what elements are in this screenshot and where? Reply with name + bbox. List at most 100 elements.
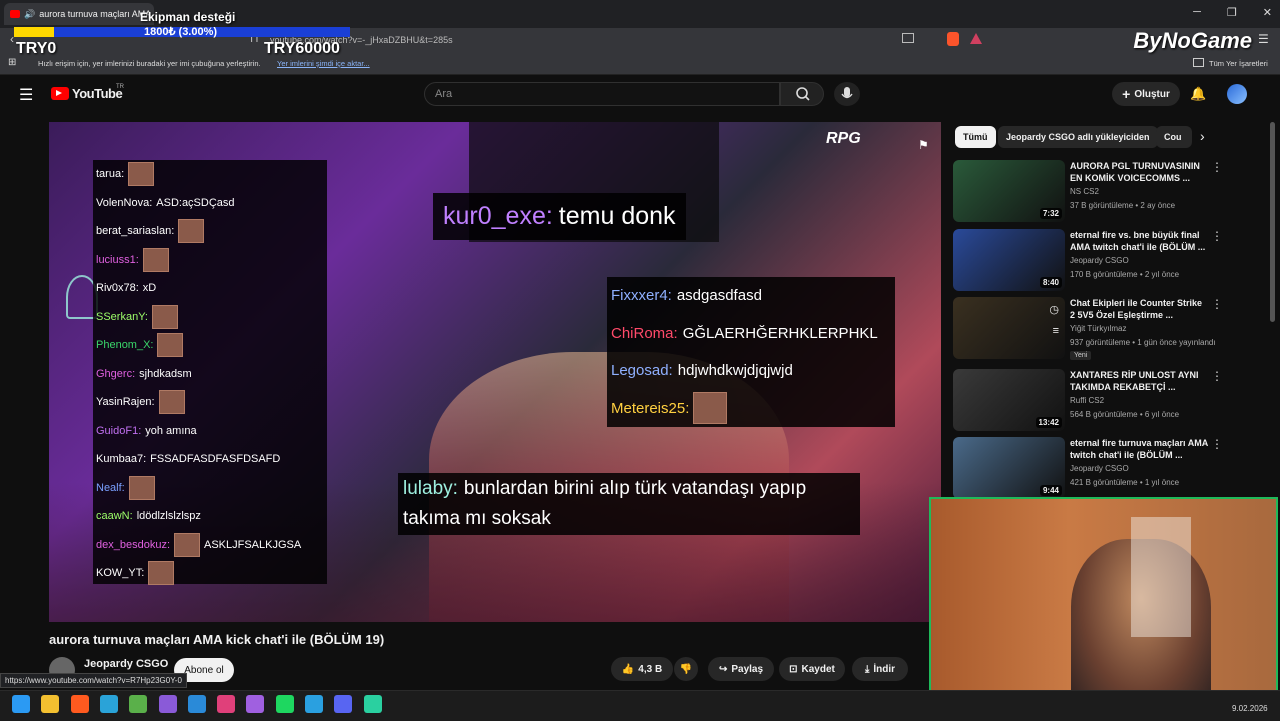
chat-username: Nealf: bbox=[96, 481, 125, 494]
recommendation-channel[interactable]: NS CS2 bbox=[1070, 187, 1099, 196]
discord-icon[interactable] bbox=[334, 695, 353, 713]
more-options-icon[interactable]: ⋮ bbox=[1211, 229, 1223, 243]
window-controls: ─ ❐ ✕ bbox=[1193, 6, 1272, 19]
webcam-overlay bbox=[929, 497, 1278, 700]
feather-icon[interactable] bbox=[246, 695, 265, 713]
chip-all[interactable]: Tümü bbox=[955, 126, 996, 148]
chat-username: dex_besdokuz: bbox=[96, 538, 170, 551]
telegram-icon[interactable] bbox=[305, 695, 323, 713]
recommendation-channel[interactable]: Ruffi CS2 bbox=[1070, 396, 1104, 405]
file-explorer-icon[interactable] bbox=[41, 695, 60, 713]
brave-icon[interactable] bbox=[70, 695, 89, 713]
recommendation-card[interactable]: 8:40 eternal fire vs. bne büyük final AMA… bbox=[953, 229, 1253, 293]
instagram-icon[interactable] bbox=[217, 695, 236, 713]
video-thumbnail[interactable]: 13:42 bbox=[953, 369, 1065, 431]
photos-icon[interactable] bbox=[129, 695, 148, 713]
chat-message: ASD:açSDÇasd bbox=[156, 196, 235, 209]
recommendation-channel[interactable]: Jeopardy CSGO bbox=[1070, 464, 1129, 473]
chevron-right-icon[interactable]: › bbox=[1200, 128, 1205, 144]
more-options-icon[interactable]: ⋮ bbox=[1211, 369, 1223, 383]
donation-current: TRY0 bbox=[16, 40, 57, 57]
more-options-icon[interactable]: ⋮ bbox=[1211, 160, 1223, 174]
video-thumbnail[interactable]: 7:32 bbox=[953, 160, 1065, 222]
taskbar-date: 9.02.2026 bbox=[1232, 704, 1268, 713]
more-options-icon[interactable]: ⋮ bbox=[1211, 297, 1223, 311]
windows-start-icon[interactable] bbox=[12, 695, 30, 713]
chat-line: Riv0x78: xD bbox=[93, 274, 327, 303]
video-thumbnail[interactable]: ◷ ≡ bbox=[953, 297, 1065, 359]
scrollbar[interactable] bbox=[1270, 122, 1275, 322]
chat-username: luciuss1: bbox=[96, 253, 139, 266]
highlight-2-msg-line2: takıma mı soksak bbox=[403, 508, 551, 529]
brave-rewards-icon[interactable] bbox=[970, 33, 982, 44]
more-options-icon[interactable]: ⋮ bbox=[1211, 437, 1223, 451]
search-button[interactable] bbox=[780, 82, 824, 106]
recommendation-card[interactable]: 13:42 XANTARES RİP UNLOST AYNI TAKIMDA RE… bbox=[953, 369, 1253, 433]
apps-grid-icon[interactable]: ⊞ bbox=[8, 57, 16, 68]
minimize-button[interactable]: ─ bbox=[1193, 6, 1201, 19]
recommendation-title[interactable]: eternal fire vs. bne büyük final AMA twi… bbox=[1070, 229, 1208, 253]
watch-later-icon[interactable]: ◷ bbox=[1049, 303, 1059, 316]
chip-uploader[interactable]: Jeopardy CSGO adlı yükleyiciden bbox=[998, 126, 1158, 148]
youtube-logo-text[interactable]: YouTube bbox=[72, 86, 123, 101]
chip-counter[interactable]: Cou bbox=[1156, 126, 1192, 148]
chat-line: luciuss1: bbox=[93, 246, 327, 275]
hamburger-menu-icon[interactable]: ☰ bbox=[19, 85, 33, 105]
recommendation-title[interactable]: Chat Ekipleri ile Counter Strike 2 5V5 Ö… bbox=[1070, 297, 1208, 321]
avatar[interactable] bbox=[1227, 84, 1247, 104]
channel-name[interactable]: Jeopardy CSGO bbox=[84, 658, 168, 670]
recommendation-card[interactable]: 9:44 eternal fire turnuva maçları AMA twi… bbox=[953, 437, 1253, 501]
chat-message: ASKLJFSALKJGSA bbox=[204, 538, 302, 551]
chat-message: ldödlzlslzlspz bbox=[136, 510, 201, 523]
video-thumbnail[interactable]: 9:44 bbox=[953, 437, 1065, 499]
chat-username: Ghgerc: bbox=[96, 367, 136, 380]
create-button[interactable]: + Oluştur bbox=[1112, 82, 1180, 106]
all-bookmarks-button[interactable]: Tüm Yer İşaretleri bbox=[1209, 59, 1268, 68]
microphone-icon bbox=[841, 87, 853, 99]
visual-studio-icon[interactable] bbox=[158, 695, 177, 713]
browser-tab[interactable]: 🔊 aurora turnuva maçları AMA bbox=[4, 3, 154, 25]
recommendation-channel[interactable]: Jeopardy CSGO bbox=[1070, 256, 1129, 265]
search-input[interactable]: Ara bbox=[424, 82, 780, 106]
emote-icon bbox=[174, 532, 200, 557]
new-badge: Yeni bbox=[1070, 351, 1092, 360]
video-thumbnail[interactable]: 8:40 bbox=[953, 229, 1065, 291]
import-bookmarks-link[interactable]: Yer imlerini şimdi içe aktar... bbox=[277, 59, 370, 68]
notifications-bell-icon[interactable]: 🔔 bbox=[1190, 86, 1206, 102]
dislike-button[interactable]: 👎 bbox=[674, 657, 698, 681]
recommendation-title[interactable]: XANTARES RİP UNLOST AYNI TAKIMDA REKABET… bbox=[1070, 369, 1208, 393]
save-button[interactable]: ⊡ Kaydet bbox=[779, 657, 845, 681]
right-chat-line: ChiRoma: GĞLAERHĞERHKLERPHKL bbox=[607, 315, 895, 353]
save-icon: ⊡ bbox=[789, 663, 798, 675]
spotify-icon[interactable] bbox=[275, 695, 294, 713]
recommendation-title[interactable]: AURORA PGL TURNUVASININ EN KOMİK VOICECO… bbox=[1070, 160, 1208, 184]
chat-username: Kumbaa7: bbox=[96, 453, 147, 466]
bookmarks-hint: Hızlı erişim için, yer imlerinizi burada… bbox=[38, 59, 261, 68]
voice-search-button[interactable] bbox=[834, 82, 860, 106]
recommendation-channel[interactable]: Yiğit Türkyılmaz bbox=[1070, 324, 1126, 333]
right-chat-box: Fixxxer4: asdgasdfasd ChiRoma: GĞLAERHĞERHK… bbox=[607, 277, 895, 427]
streamlabs-icon[interactable] bbox=[363, 695, 382, 713]
vs-code-icon[interactable] bbox=[187, 695, 206, 713]
recommendation-title[interactable]: eternal fire turnuva maçları AMA twitch … bbox=[1070, 437, 1208, 461]
recommendation-card[interactable]: 7:32 AURORA PGL TURNUVASININ EN KOMİK VOI… bbox=[953, 160, 1253, 224]
browser-menu-icon[interactable]: ☰ bbox=[1258, 32, 1269, 46]
search-icon bbox=[796, 87, 810, 101]
status-bar-url: https://www.youtube.com/watch?v=R7Hp23G0… bbox=[0, 673, 187, 688]
brave-shield-icon[interactable] bbox=[947, 32, 959, 46]
close-window-button[interactable]: ✕ bbox=[1263, 6, 1272, 19]
like-button[interactable]: 👍 4,3 B bbox=[611, 657, 673, 681]
remote-desktop-icon[interactable] bbox=[99, 695, 118, 713]
restore-button[interactable]: ❐ bbox=[1227, 6, 1237, 19]
address-bar[interactable]: youtube.com/watch?v=-_jHxaDZBHU&t=285s bbox=[270, 32, 870, 48]
download-icon: ⤓ bbox=[864, 663, 870, 675]
add-to-queue-icon[interactable]: ≡ bbox=[1053, 325, 1059, 337]
download-button[interactable]: ⤓ İndir bbox=[852, 657, 908, 681]
emote-icon bbox=[128, 475, 155, 500]
recommendation-card[interactable]: ◷ ≡ Chat Ekipleri ile Counter Strike 2 5V5… bbox=[953, 297, 1253, 361]
speaker-icon[interactable]: 🔊 bbox=[24, 9, 35, 20]
chat-username: KOW_YT: bbox=[96, 567, 145, 580]
cast-icon[interactable] bbox=[902, 33, 914, 43]
share-button[interactable]: ↪ Paylaş bbox=[708, 657, 774, 681]
right-chat-line: Fixxxer4: asdgasdfasd bbox=[607, 277, 895, 315]
